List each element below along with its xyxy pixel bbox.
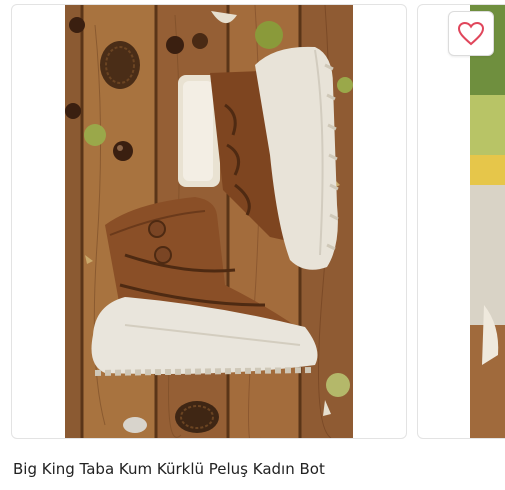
next-photo-illustration [470, 5, 505, 438]
add-to-favorites-button[interactable] [448, 11, 494, 56]
boots-photo-illustration [65, 5, 353, 438]
next-product-card[interactable] [417, 4, 505, 439]
product-photo[interactable] [65, 5, 353, 438]
heart-outline-icon [458, 21, 484, 45]
product-image-card[interactable] [11, 4, 407, 439]
product-title[interactable]: Big King Taba Kum Kürklü Peluş Kadın Bot [13, 460, 325, 478]
next-product-photo[interactable] [470, 5, 505, 438]
